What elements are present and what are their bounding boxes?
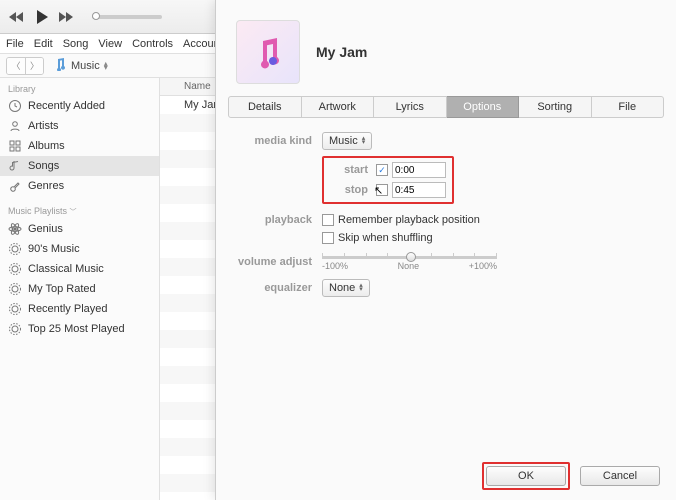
equalizer-select[interactable]: None ▴▾ bbox=[322, 279, 370, 297]
sidebar-item-label: Genius bbox=[28, 223, 63, 235]
music-note-icon bbox=[53, 57, 67, 74]
chevron-updown-icon: ▴▾ bbox=[359, 284, 363, 292]
nav-back-icon[interactable]: 〈 bbox=[7, 58, 25, 74]
source-label: Music bbox=[71, 60, 100, 72]
gear-icon bbox=[8, 322, 22, 336]
media-kind-select[interactable]: Music ▴▾ bbox=[322, 132, 372, 150]
sidebar-item-label: Recently Added bbox=[28, 100, 105, 112]
label-equalizer: equalizer bbox=[236, 282, 322, 294]
gear-icon bbox=[8, 302, 22, 316]
sidebar-item-label: Classical Music bbox=[28, 263, 104, 275]
note-icon bbox=[8, 159, 22, 173]
remember-position-checkbox[interactable] bbox=[322, 214, 334, 226]
dialog-tabs: Details Artwork Lyrics Options Sorting F… bbox=[228, 96, 664, 118]
label-stop: stop bbox=[324, 184, 376, 196]
gear-icon bbox=[8, 282, 22, 296]
start-time-input[interactable] bbox=[392, 162, 446, 178]
play-button[interactable] bbox=[34, 9, 50, 25]
skip-shuffle-checkbox[interactable] bbox=[322, 232, 334, 244]
song-info-dialog: My Jam Details Artwork Lyrics Options So… bbox=[215, 0, 676, 500]
sidebar-item-label: Songs bbox=[28, 160, 59, 172]
start-checkbox[interactable]: ✓ bbox=[376, 164, 388, 176]
label-skip: Skip when shuffling bbox=[338, 232, 433, 244]
sidebar-item-label: 90's Music bbox=[28, 243, 80, 255]
chevron-down-icon[interactable]: ﹀ bbox=[70, 209, 77, 216]
sidebar-item-songs[interactable]: Songs bbox=[0, 156, 159, 176]
dialog-footer: OK Cancel bbox=[482, 462, 660, 490]
nav-forward-icon[interactable]: 〉 bbox=[25, 58, 43, 74]
sidebar-item-albums[interactable]: Albums bbox=[0, 136, 159, 156]
menu-edit[interactable]: Edit bbox=[34, 38, 53, 50]
play-controls bbox=[8, 9, 162, 25]
stop-time-input[interactable] bbox=[392, 182, 446, 198]
menu-view[interactable]: View bbox=[98, 38, 122, 50]
sidebar-item-90s-music[interactable]: 90's Music bbox=[0, 239, 159, 259]
volume-adjust-slider[interactable] bbox=[322, 256, 497, 259]
media-kind-value: Music bbox=[329, 135, 358, 147]
chevron-updown-icon: ▴▾ bbox=[104, 62, 108, 70]
sidebar-item-genius[interactable]: Genius bbox=[0, 219, 159, 239]
clock-icon bbox=[8, 99, 22, 113]
sidebar-item-artists[interactable]: Artists bbox=[0, 116, 159, 136]
tab-artwork[interactable]: Artwork bbox=[302, 96, 375, 118]
cancel-button[interactable]: Cancel bbox=[580, 466, 660, 486]
gear-icon bbox=[8, 242, 22, 256]
song-artwork bbox=[236, 20, 300, 84]
sidebar-item-top-25[interactable]: Top 25 Most Played bbox=[0, 319, 159, 339]
vol-mid: None bbox=[398, 261, 420, 271]
label-start: start bbox=[324, 164, 376, 176]
cursor-icon: ↖ bbox=[374, 184, 383, 197]
genius-icon bbox=[8, 222, 22, 236]
sidebar-playlists-header: Music Playlists ﹀ bbox=[0, 202, 159, 219]
tab-details[interactable]: Details bbox=[228, 96, 302, 118]
dialog-header: My Jam bbox=[216, 0, 676, 96]
sidebar-item-label: Albums bbox=[28, 140, 65, 152]
sidebar-item-label: Artists bbox=[28, 120, 59, 132]
sidebar-item-classical[interactable]: Classical Music bbox=[0, 259, 159, 279]
prev-track-button[interactable] bbox=[8, 10, 26, 24]
sidebar-item-label: My Top Rated bbox=[28, 283, 96, 295]
vol-max: +100% bbox=[469, 261, 497, 271]
sidebar: Library Recently Added Artists Albums So… bbox=[0, 78, 160, 500]
tab-lyrics[interactable]: Lyrics bbox=[374, 96, 447, 118]
menu-file[interactable]: File bbox=[6, 38, 24, 50]
tab-options[interactable]: Options bbox=[447, 96, 520, 118]
equalizer-value: None bbox=[329, 282, 355, 294]
menu-song[interactable]: Song bbox=[63, 38, 89, 50]
slider-knob-icon[interactable] bbox=[406, 252, 416, 262]
sidebar-library-header: Library bbox=[0, 80, 159, 96]
source-selector[interactable]: Music ▴▾ bbox=[48, 55, 113, 76]
start-stop-highlight: start ✓ stop ↖ bbox=[322, 156, 454, 204]
dialog-title: My Jam bbox=[316, 44, 367, 60]
sidebar-item-top-rated[interactable]: My Top Rated bbox=[0, 279, 159, 299]
ok-button[interactable]: OK bbox=[486, 466, 566, 486]
options-form: media kind Music ▴▾ start ✓ stop bbox=[216, 132, 676, 297]
sidebar-item-label: Top 25 Most Played bbox=[28, 323, 125, 335]
sidebar-item-genres[interactable]: Genres bbox=[0, 176, 159, 196]
label-media-kind: media kind bbox=[236, 135, 322, 147]
albums-icon bbox=[8, 139, 22, 153]
label-volume: volume adjust bbox=[236, 252, 322, 268]
volume-labels: -100% None +100% bbox=[322, 261, 497, 271]
person-icon bbox=[8, 119, 22, 133]
gear-icon bbox=[8, 262, 22, 276]
label-remember: Remember playback position bbox=[338, 214, 480, 226]
ok-highlight: OK bbox=[482, 462, 570, 490]
sidebar-item-label: Genres bbox=[28, 180, 64, 192]
tab-sorting[interactable]: Sorting bbox=[519, 96, 592, 118]
sidebar-item-label: Recently Played bbox=[28, 303, 108, 315]
stop-checkbox[interactable]: ↖ bbox=[376, 184, 388, 196]
tab-file[interactable]: File bbox=[592, 96, 665, 118]
chevron-updown-icon: ▴▾ bbox=[362, 137, 366, 145]
nav-back-forward[interactable]: 〈 〉 bbox=[6, 57, 44, 75]
label-playback: playback bbox=[236, 214, 322, 226]
guitar-icon bbox=[8, 179, 22, 193]
next-track-button[interactable] bbox=[58, 10, 76, 24]
sidebar-item-recently-played[interactable]: Recently Played bbox=[0, 299, 159, 319]
volume-slider[interactable] bbox=[92, 15, 162, 19]
sidebar-item-recently-added[interactable]: Recently Added bbox=[0, 96, 159, 116]
menu-controls[interactable]: Controls bbox=[132, 38, 173, 50]
vol-min: -100% bbox=[322, 261, 348, 271]
